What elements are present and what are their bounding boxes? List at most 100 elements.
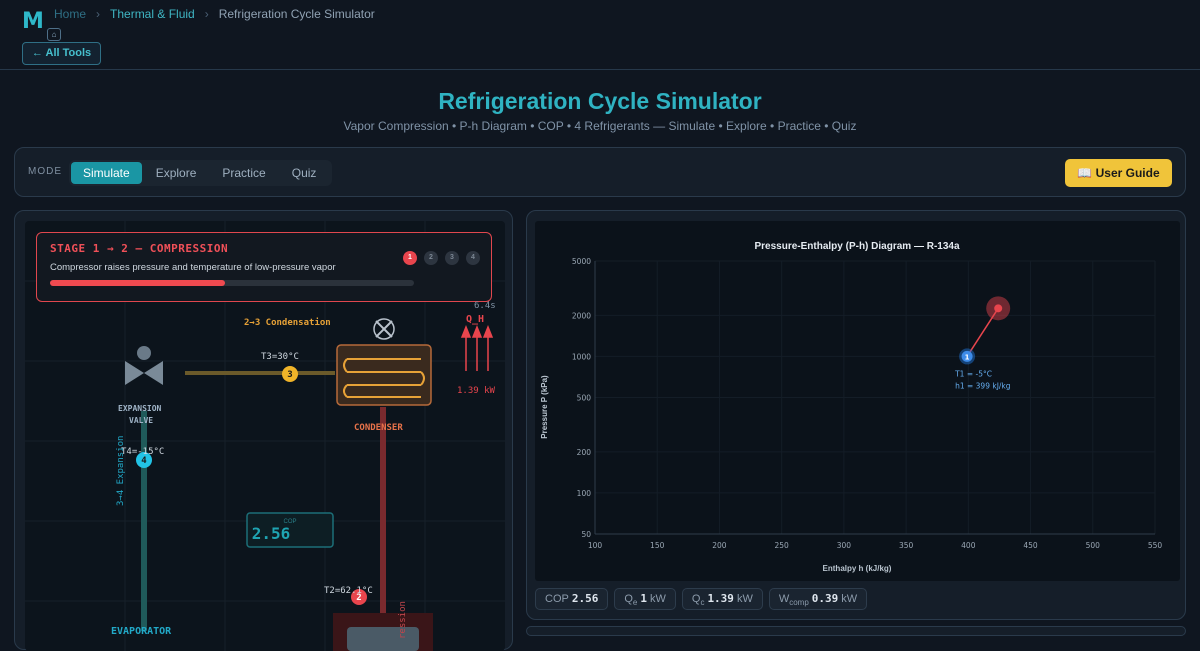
breadcrumb-separator: ›: [96, 7, 101, 21]
home-icon[interactable]: ⌂: [47, 28, 61, 41]
all-tools-button[interactable]: ← All Tools: [22, 42, 101, 65]
t4-label: T4=-15°C: [121, 447, 165, 457]
mode-label: MODE: [28, 166, 62, 177]
t2-label: T2=62.1°C: [324, 586, 373, 596]
heat-out-arrows: [460, 324, 494, 371]
ph-chart-area: Pressure-Enthalpy (P-h) Diagram — R-134a…: [535, 221, 1180, 581]
step-dot-3[interactable]: 3: [445, 251, 459, 265]
stage-progress-fill: [50, 280, 225, 286]
stage-description: Compressor raises pressure and temperatu…: [50, 262, 336, 273]
x-tick-label: 200: [712, 541, 727, 550]
metric-cop-value: 2.56: [571, 592, 599, 605]
x-tick-label: 500: [1086, 541, 1101, 550]
tab-simulate[interactable]: Simulate: [71, 162, 142, 184]
valve-knob: [137, 346, 151, 360]
breadcrumb-category[interactable]: Thermal & Fluid: [110, 7, 195, 21]
state-label-4: 4: [141, 456, 147, 466]
cop-value: 2.56: [252, 524, 291, 543]
metric-qc-value: 1.39: [707, 592, 734, 605]
metric-wcomp-label: W: [778, 593, 790, 605]
metric-cop: COP 2.56: [535, 588, 609, 610]
y-tick-label: 500: [577, 394, 592, 403]
metric-qe-label: Q: [624, 593, 633, 605]
breadcrumb-home[interactable]: Home: [54, 7, 86, 21]
x-tick-label: 400: [961, 541, 976, 550]
x-tick-label: 150: [650, 541, 665, 550]
mode-tabs: Simulate Explore Practice Quiz: [69, 160, 333, 186]
x-tick-label: 100: [588, 541, 603, 550]
logo[interactable]: M: [22, 10, 48, 34]
expansion-valve-icon: [125, 361, 163, 385]
user-guide-button[interactable]: 📖 User Guide: [1065, 159, 1172, 187]
x-tick-label: 300: [837, 541, 852, 550]
metric-wcomp-sub: comp: [789, 598, 809, 608]
y-tick-labels: 50 100 200 500 1000 2000 5000: [572, 257, 591, 539]
metric-qc-sub: c: [700, 598, 705, 608]
ph-chart: Pressure-Enthalpy (P-h) Diagram — R-134a…: [540, 241, 1163, 573]
metric-qe: Qe 1 kW: [614, 588, 676, 610]
metric-qc: Qc 1.39 kW: [681, 588, 763, 610]
state-label-3: 3: [287, 370, 292, 380]
expansion-valve-label-1: EXPANSION: [118, 404, 162, 413]
condensation-label: 2→3 Condensation: [244, 318, 331, 328]
evaporator-label: EVAPORATOR: [111, 626, 172, 637]
y-tick-label: 100: [577, 489, 592, 498]
x-tick-label: 350: [899, 541, 914, 550]
point-1-annotation-temp: T1 = -5°C: [954, 369, 992, 378]
step-dot-1[interactable]: 1: [403, 251, 417, 265]
expansion-valve-label-2: VALVE: [129, 416, 154, 425]
metric-cop-label: COP: [545, 593, 569, 605]
tab-quiz[interactable]: Quiz: [280, 162, 329, 184]
condenser-label: CONDENSER: [354, 423, 403, 433]
top-bar: M ⌂ Home › Thermal & Fluid › Refrigerati…: [0, 0, 1200, 70]
y-tick-label: 1000: [572, 352, 591, 361]
chart-points: 1 T1 = -5°C h1 = 399 kJ/kg: [954, 296, 1011, 390]
fan-blades: [375, 320, 393, 338]
metric-qe-unit: kW: [649, 593, 666, 605]
ph-diagram-panel: Pressure-Enthalpy (P-h) Diagram — R-134a…: [526, 210, 1186, 620]
chart-title: Pressure-Enthalpy (P-h) Diagram — R-134a: [754, 241, 959, 252]
stage-title: STAGE 1 → 2 — COMPRESSION: [50, 242, 229, 255]
compressor: [347, 627, 419, 651]
metric-wcomp: Wcomp 0.39 kW: [768, 588, 868, 610]
metric-wcomp-value: 0.39: [811, 592, 839, 605]
x-tick-label: 550: [1148, 541, 1163, 550]
y-axis-label: Pressure P (kPa): [540, 375, 549, 439]
metric-qe-sub: e: [632, 598, 638, 608]
mode-bar: MODE Simulate Explore Practice Quiz 📖 Us…: [14, 147, 1186, 197]
stage-steps: 1 2 3 4: [403, 251, 480, 265]
x-tick-label: 250: [775, 541, 790, 550]
compression-label: ression: [398, 601, 408, 639]
step-dot-4[interactable]: 4: [466, 251, 480, 265]
metric-qc-unit: kW: [736, 593, 753, 605]
point-2-marker: [994, 304, 1003, 313]
point-1-annotation-enthalpy: h1 = 399 kJ/kg: [955, 381, 1011, 390]
chart-grid: [594, 260, 1156, 535]
cycle-canvas: 3 4 2 2.56 COP 3→4 Expansion ression STA…: [25, 221, 505, 651]
tab-explore[interactable]: Explore: [144, 162, 209, 184]
y-tick-label: 5000: [572, 257, 591, 266]
stage-card: STAGE 1 → 2 — COMPRESSION Compressor rai…: [36, 232, 492, 302]
next-panel-edge: [526, 626, 1186, 636]
page-subtitle: Vapor Compression • P-h Diagram • COP • …: [343, 119, 857, 133]
x-axis-label: Enthalpy h (kJ/kg): [823, 564, 892, 573]
point-1-label: 1: [965, 353, 970, 361]
stage-progress-bar: [50, 280, 414, 286]
cop-caption: COP: [283, 519, 296, 525]
breadcrumb-separator: ›: [204, 7, 209, 21]
cycle-panel: 3 4 2 2.56 COP 3→4 Expansion ression STA…: [14, 210, 513, 651]
tab-practice[interactable]: Practice: [210, 162, 277, 184]
breadcrumb-current: Refrigeration Cycle Simulator: [218, 7, 375, 21]
step-dot-2[interactable]: 2: [424, 251, 438, 265]
metric-qe-value: 1: [640, 592, 647, 605]
breadcrumb: Home › Thermal & Fluid › Refrigeration C…: [54, 7, 375, 21]
metrics-row: COP 2.56 Qe 1 kW Qc 1.39 kW Wcomp 0.39 kW: [535, 588, 868, 610]
y-tick-label: 2000: [572, 311, 591, 320]
stage-timer: 6.4s: [474, 301, 496, 311]
qh-label: Q_H: [466, 314, 485, 325]
qh-value: 1.39 kW: [457, 386, 495, 396]
x-tick-labels: 100 150 200 250 300 350 400 450 500 550: [588, 541, 1163, 550]
y-tick-label: 200: [577, 448, 592, 457]
y-tick-label: 50: [581, 530, 591, 539]
metric-wcomp-unit: kW: [841, 593, 858, 605]
